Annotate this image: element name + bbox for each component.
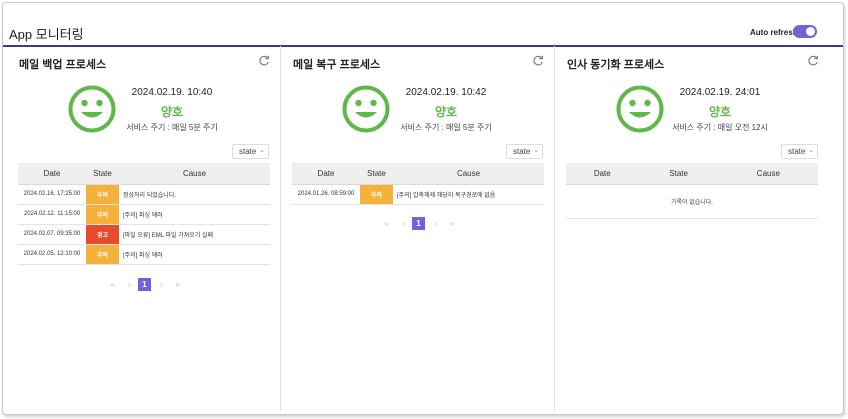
state-filter-select[interactable]: state ⌄ (506, 144, 543, 159)
state-badge: 주의 (86, 204, 119, 225)
state-badge: 주의 (86, 244, 119, 265)
last-page-button[interactable]: » (445, 217, 458, 230)
log-table: Date State Cause 2024.02.16. 17:25:00 주의 정… (18, 163, 270, 265)
table-row[interactable]: 2024.02.07. 09:35:00 경고 [파일 오류] EML 파일 가져오… (18, 224, 270, 245)
first-page-button[interactable]: « (106, 278, 119, 291)
last-run-time: 2024.02.19. 10:42 (405, 87, 487, 98)
panel-hr-sync: 인사 동기화 프로세스 2024.02.19. 24:01 양호 서비스 주기 … (555, 46, 829, 411)
state-badge: 주의 (86, 184, 119, 205)
service-cycle: 서비스 주기 : 매일 5분 주기 (126, 123, 218, 132)
table-row[interactable]: 2024.02.12. 11:15:00 주의 [주의] 파싱 에러 (18, 204, 270, 225)
state-filter-value: state (513, 147, 531, 156)
cell-date: 2024.02.05. 12:10:00 (18, 244, 86, 265)
table-row[interactable]: 2024.02.05. 12:10:00 주의 [주의] 파싱 에러 (18, 244, 270, 265)
cell-date: 2024.02.07. 09:35:00 (18, 224, 86, 245)
table-row[interactable]: 2024.02.16. 17:25:00 주의 정상처리 되었습니다. (18, 184, 270, 205)
panel-title: 메일 백업 프로세스 (19, 59, 107, 71)
last-page-button[interactable]: » (171, 278, 184, 291)
panel-title: 인사 동기화 프로세스 (567, 59, 665, 71)
pagination: « ‹ 1 ›» (380, 217, 460, 230)
column-header-cause: Cause (718, 163, 818, 185)
table-row[interactable]: 2024.01.26. 08:59:00 주의 [주의] 압축해제 해당이 복구경로… (292, 184, 544, 205)
column-header-cause: Cause (119, 163, 270, 185)
panel-title: 메일 복구 프로세스 (293, 59, 381, 71)
chevron-down-icon: ⌄ (259, 147, 265, 154)
column-header-cause: Cause (393, 163, 544, 185)
log-table-body: 2024.02.16. 17:25:00 주의 정상처리 되었습니다. 2024.02… (18, 184, 270, 265)
panel-mail-backup: 메일 백업 프로세스 2024.02.19. 10:40 양호 서비스 주기 :… (7, 46, 281, 411)
state-filter-select[interactable]: state ⌄ (781, 144, 818, 159)
cell-cause: [주의] 파싱 에러 (119, 204, 270, 225)
cell-cause: [파일 오류] EML 파일 가져오기 실패 (119, 224, 270, 245)
state-filter-select[interactable]: state ⌄ (232, 144, 269, 159)
page-title: App 모니터링 (9, 27, 84, 42)
pagination: « ‹ 1 ›» (106, 278, 186, 291)
table-header-row: Date State Cause (18, 163, 270, 185)
auto-refresh-label: Auto refresh (750, 28, 798, 37)
panel-mail-restore: 메일 복구 프로세스 2024.02.19. 10:42 양호 서비스 주기 :… (281, 46, 555, 411)
state-badge: 주의 (360, 184, 393, 205)
service-cycle: 서비스 주기 : 매일 5분 주기 (400, 123, 492, 132)
table-header-row: Date State Cause (566, 163, 818, 185)
cell-date: 2024.02.12. 11:15:00 (18, 204, 86, 225)
log-table: Date State Cause 기록이 없습니다. (566, 163, 818, 219)
log-table-body: 기록이 없습니다. (566, 184, 818, 219)
column-header-state: State (86, 163, 119, 185)
status-text: 양호 (708, 105, 732, 119)
auto-refresh-toggle[interactable] (793, 25, 817, 38)
state-filter-value: state (788, 147, 806, 156)
status-text: 양호 (434, 105, 458, 119)
cell-cause: [주의] 파싱 에러 (119, 244, 270, 265)
empty-message: 기록이 없습니다. (566, 184, 818, 219)
column-header-date: Date (18, 163, 86, 185)
header: App 모니터링 Auto refresh (3, 3, 843, 47)
page-button-1[interactable]: 1 (412, 217, 425, 230)
log-table: Date State Cause 2024.01.26. 08:59:00 주의[… (292, 163, 544, 205)
state-filter-value: state (239, 147, 257, 156)
column-header-state: State (360, 163, 393, 185)
cell-cause: [주의] 압축해제 해당이 복구경로에 없음 (393, 184, 544, 205)
refresh-icon[interactable] (258, 55, 270, 67)
page-button-1[interactable]: 1 (138, 278, 151, 291)
first-page-button[interactable]: « (380, 217, 393, 230)
column-header-date: Date (566, 163, 639, 185)
cell-cause: 정상처리 되었습니다. (119, 184, 270, 205)
last-run-time: 2024.02.19. 10:40 (131, 87, 213, 98)
state-badge: 경고 (86, 224, 119, 245)
cell-date: 2024.01.26. 08:59:00 (292, 184, 360, 205)
refresh-icon[interactable] (807, 55, 819, 67)
column-header-state: State (638, 163, 719, 185)
prev-page-button[interactable]: ‹ (123, 278, 136, 291)
chevron-down-icon: ⌄ (533, 147, 539, 154)
next-page-button[interactable]: › (155, 278, 168, 291)
column-header-date: Date (292, 163, 360, 185)
last-run-time: 2024.02.19. 24:01 (679, 87, 761, 98)
log-table-body: 2024.01.26. 08:59:00 주의 [주의] 압축해제 해당이 복구경로… (292, 184, 544, 205)
toggle-knob (806, 27, 815, 36)
table-header-row: Date State Cause (292, 163, 544, 185)
status-text: 양호 (160, 105, 184, 119)
next-page-button[interactable]: › (429, 217, 442, 230)
prev-page-button[interactable]: ‹ (397, 217, 410, 230)
service-cycle: 서비스 주기 : 매일 오전 12시 (672, 123, 768, 132)
refresh-icon[interactable] (532, 55, 544, 67)
table-row-empty: 기록이 없습니다. (566, 184, 818, 219)
cell-date: 2024.02.16. 17:25:00 (18, 184, 86, 205)
chevron-down-icon: ⌄ (808, 147, 814, 154)
